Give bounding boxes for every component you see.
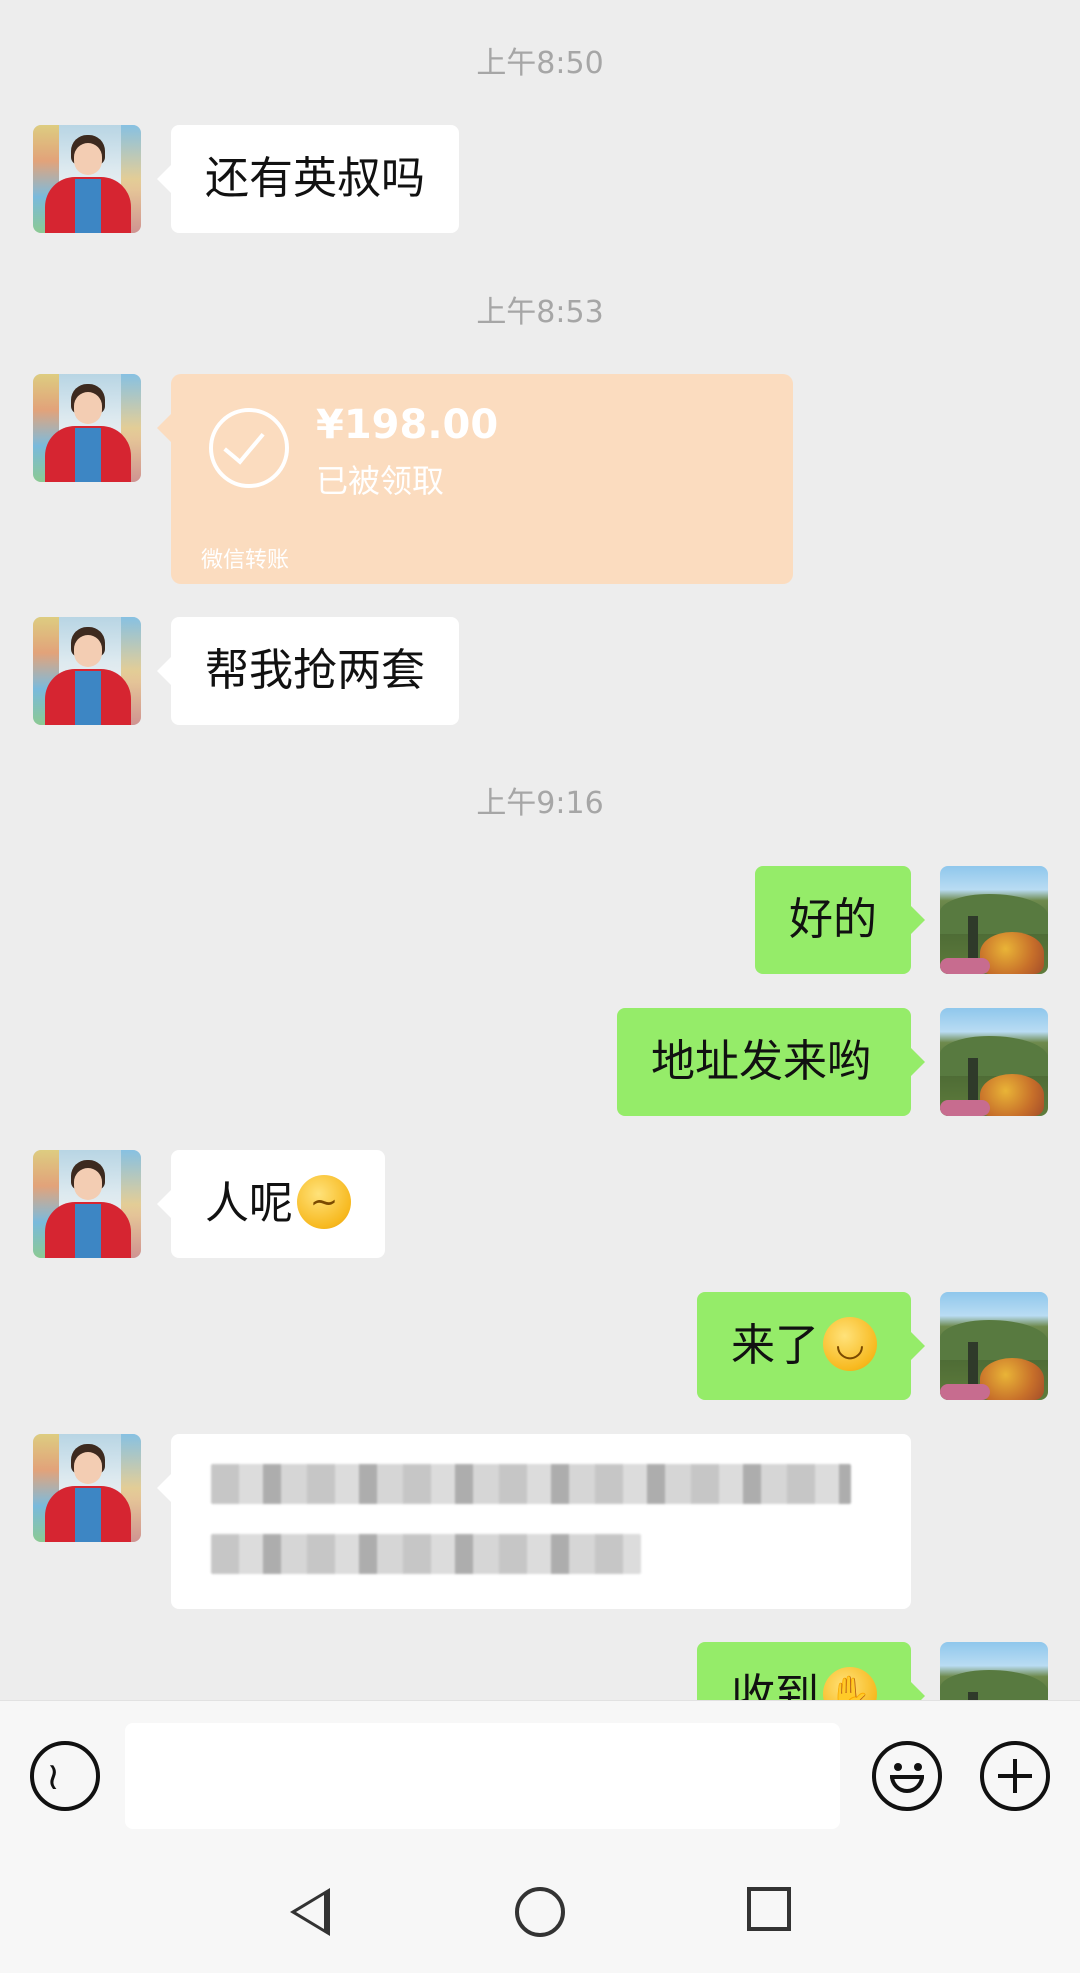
chat-area[interactable]: 上午8:50 还有英叔吗 上午8:53 ¥198.00 已被领取 微信转账 帮我… [0, 0, 1080, 1700]
contact-avatar[interactable] [33, 374, 141, 482]
transfer-card[interactable]: ¥198.00 已被领取 微信转账 [157, 374, 793, 584]
transfer-status: 已被领取 [316, 462, 445, 500]
thinking-face-emoji-icon: ~ [297, 1175, 351, 1229]
my-avatar[interactable] [940, 1292, 1048, 1400]
outgoing-message[interactable]: 好的 [755, 866, 925, 974]
transfer-footer-label: 微信转账 [201, 548, 290, 573]
message-input[interactable] [125, 1723, 840, 1829]
timestamp: 上午8:53 [476, 295, 604, 330]
grinning-face-emoji-icon: ◡ [823, 1317, 877, 1371]
emoji-icon[interactable] [872, 1741, 942, 1811]
message-text: 来了 [731, 1320, 819, 1371]
outgoing-message[interactable]: 收到 ✋ [697, 1642, 925, 1700]
redacted-address-message[interactable] [157, 1434, 911, 1609]
my-avatar[interactable] [940, 1008, 1048, 1116]
system-nav-bar [0, 1850, 1080, 1973]
outgoing-message[interactable]: 地址发来哟 [617, 1008, 925, 1116]
my-avatar[interactable] [940, 1642, 1048, 1700]
message-text: 人呢 [205, 1178, 293, 1229]
contact-avatar[interactable] [33, 125, 141, 233]
transfer-amount: ¥198.00 [316, 402, 499, 448]
voice-icon[interactable]: ≀ [30, 1741, 100, 1811]
contact-avatar[interactable] [33, 617, 141, 725]
ok-hand-emoji-icon: ✋ [823, 1667, 877, 1700]
incoming-message[interactable]: 还有英叔吗 [157, 125, 459, 233]
redacted-text-line [211, 1534, 641, 1574]
plus-icon[interactable] [980, 1741, 1050, 1811]
contact-avatar[interactable] [33, 1434, 141, 1542]
contact-avatar[interactable] [33, 1150, 141, 1258]
checkmark-circle-icon [209, 408, 289, 488]
timestamp: 上午8:50 [476, 46, 604, 81]
timestamp: 上午9:16 [476, 786, 604, 821]
outgoing-message[interactable]: 来了 ◡ [697, 1292, 925, 1400]
redacted-text-line [211, 1464, 851, 1504]
input-bar: ≀ [0, 1700, 1080, 1851]
my-avatar[interactable] [940, 866, 1048, 974]
message-text: 收到 [731, 1670, 819, 1700]
nav-recents-icon[interactable] [747, 1887, 791, 1931]
nav-back-icon[interactable] [290, 1888, 330, 1936]
incoming-message[interactable]: 人呢 ~ [157, 1150, 385, 1258]
nav-home-icon[interactable] [515, 1887, 565, 1937]
incoming-message[interactable]: 帮我抢两套 [157, 617, 459, 725]
